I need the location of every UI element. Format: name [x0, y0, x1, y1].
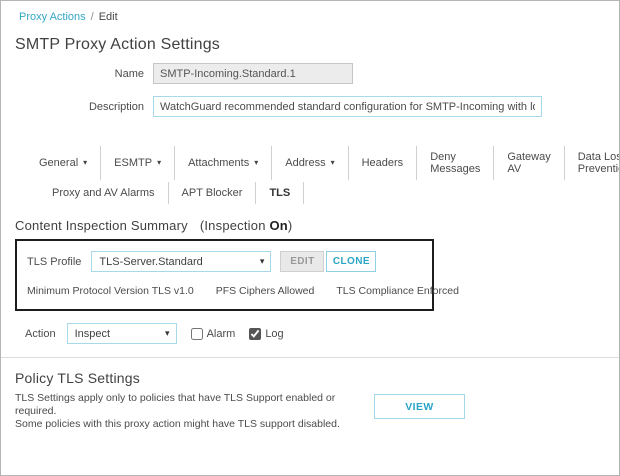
breadcrumb-current: Edit [99, 11, 118, 23]
tls-profile-select[interactable]: TLS-Server.Standard ▾ [91, 251, 271, 272]
tab-gateway-av[interactable]: Gateway AV [494, 146, 564, 180]
tab-esmtp[interactable]: ESMTP ▾ [101, 146, 175, 180]
content-inspection-heading-text: Content Inspection Summary [15, 218, 188, 233]
tab-deny-messages[interactable]: Deny Messages [417, 146, 494, 180]
smtp-proxy-action-settings-page: Proxy Actions / Edit SMTP Proxy Action Set… [0, 0, 620, 476]
tab-gateway-av-label: Gateway AV [507, 151, 550, 175]
action-row: Action Inspect ▾ Alarm Log [25, 323, 619, 344]
tls-profile-summary: Minimum Protocol Version TLS v1.0 PFS Ci… [27, 285, 422, 297]
breadcrumb: Proxy Actions / Edit [1, 1, 619, 23]
tab-attachments-label: Attachments [188, 157, 249, 169]
policy-tls-description: TLS Settings apply only to policies that… [15, 392, 365, 431]
clone-button[interactable]: CLONE [326, 251, 376, 272]
chevron-down-icon: ▾ [157, 157, 161, 169]
alarm-checkbox-group: Alarm [191, 328, 236, 340]
log-checkbox-group: Log [249, 328, 283, 340]
summary-tls-compliance: TLS Compliance Enforced [336, 285, 459, 297]
chevron-down-icon: ▾ [165, 328, 170, 339]
section-divider [1, 357, 619, 358]
chevron-down-icon: ▾ [260, 256, 265, 267]
chevron-down-icon: ▾ [83, 157, 87, 169]
tab-esmtp-label: ESMTP [114, 157, 152, 169]
tab-general-label: General [39, 157, 78, 169]
tab-general[interactable]: General ▾ [26, 146, 101, 180]
description-label: Description [1, 101, 153, 113]
tab-address[interactable]: Address ▾ [272, 146, 348, 180]
alarm-checkbox-label: Alarm [207, 328, 236, 340]
log-checkbox-label: Log [265, 328, 283, 340]
tab-attachments[interactable]: Attachments ▾ [175, 146, 272, 180]
inspection-status: (Inspection On) [200, 218, 293, 233]
tab-proxy-and-av-alarms-label: Proxy and AV Alarms [52, 187, 155, 199]
tls-profile-row: TLS Profile TLS-Server.Standard ▾ EDIT C… [27, 251, 422, 272]
breadcrumb-link-proxy-actions[interactable]: Proxy Actions [19, 11, 86, 23]
inspection-status-prefix: (Inspection [200, 218, 270, 233]
tab-tls-label: TLS [269, 187, 290, 199]
tls-profile-selected-value: TLS-Server.Standard [99, 256, 202, 268]
tab-bar: General ▾ ESMTP ▾ Attachments ▾ Address … [1, 146, 619, 204]
tab-headers[interactable]: Headers [349, 146, 418, 180]
policy-tls-heading: Policy TLS Settings [15, 370, 619, 386]
policy-tls-line2: Some policies with this proxy action mig… [15, 418, 365, 431]
inspection-status-suffix: ) [288, 218, 293, 233]
tab-tls[interactable]: TLS [256, 182, 304, 204]
name-label: Name [1, 68, 153, 80]
summary-min-protocol: Minimum Protocol Version TLS v1.0 [27, 285, 194, 297]
view-button[interactable]: VIEW [374, 394, 465, 419]
name-row: Name [1, 63, 619, 84]
action-selected-value: Inspect [75, 328, 110, 340]
policy-tls-row: TLS Settings apply only to policies that… [15, 392, 619, 431]
tab-row-1: General ▾ ESMTP ▾ Attachments ▾ Address … [26, 146, 619, 180]
description-input[interactable] [153, 96, 542, 117]
tab-apt-blocker[interactable]: APT Blocker [169, 182, 257, 204]
action-select[interactable]: Inspect ▾ [67, 323, 177, 344]
tab-headers-label: Headers [362, 157, 404, 169]
tab-data-loss-prevention[interactable]: Data Loss Prevention [565, 146, 620, 180]
breadcrumb-separator: / [91, 11, 94, 23]
chevron-down-icon: ▾ [254, 157, 258, 169]
action-label: Action [25, 328, 56, 340]
policy-tls-line1: TLS Settings apply only to policies that… [15, 392, 365, 418]
tab-proxy-and-av-alarms[interactable]: Proxy and AV Alarms [39, 182, 169, 204]
summary-pfs-ciphers: PFS Ciphers Allowed [216, 285, 315, 297]
name-input[interactable] [153, 63, 353, 84]
tab-data-loss-prevention-label: Data Loss Prevention [578, 151, 620, 175]
description-row: Description [1, 96, 619, 117]
tab-deny-messages-label: Deny Messages [430, 151, 480, 175]
edit-button[interactable]: EDIT [280, 251, 324, 272]
inspection-status-value: On [269, 218, 287, 233]
tab-row-2: Proxy and AV Alarms APT Blocker TLS [39, 182, 619, 204]
content-inspection-summary-box: TLS Profile TLS-Server.Standard ▾ EDIT C… [15, 239, 434, 311]
alarm-checkbox[interactable] [191, 328, 203, 340]
chevron-down-icon: ▾ [331, 157, 335, 169]
tls-profile-label: TLS Profile [27, 256, 81, 268]
content-inspection-heading: Content Inspection Summary (Inspection On… [15, 218, 619, 233]
log-checkbox[interactable] [249, 328, 261, 340]
page-title: SMTP Proxy Action Settings [15, 36, 619, 54]
tab-address-label: Address [285, 157, 325, 169]
tab-apt-blocker-label: APT Blocker [182, 187, 243, 199]
